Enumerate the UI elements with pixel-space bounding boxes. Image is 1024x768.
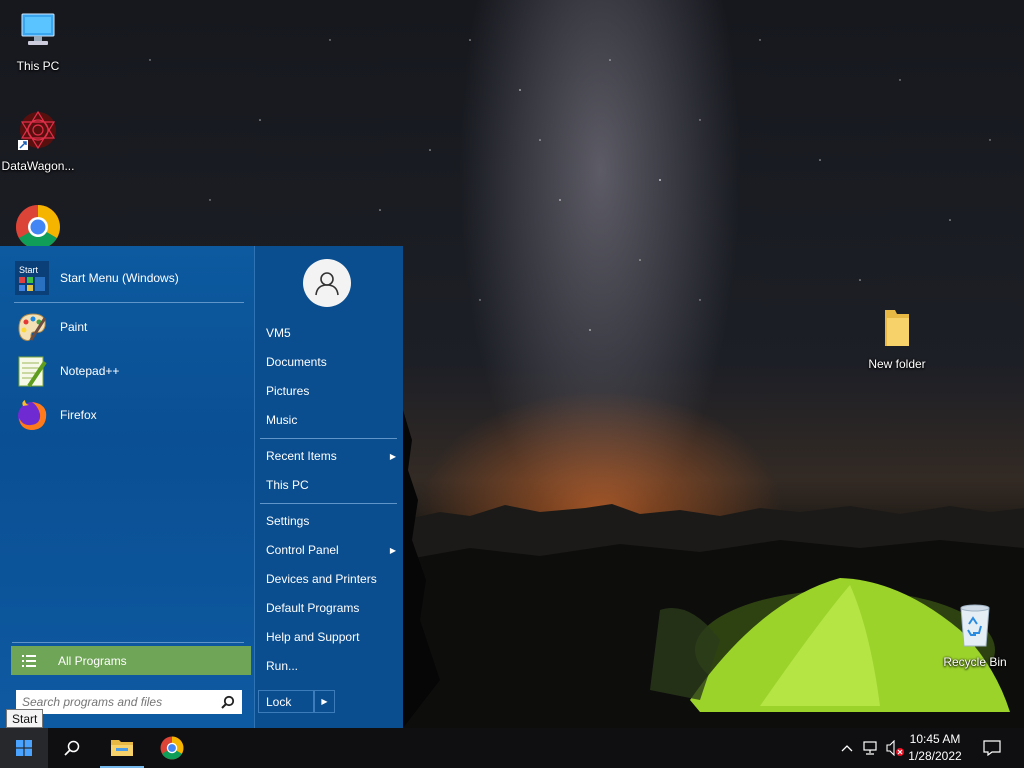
menu-item-run[interactable]: Run... [266, 655, 396, 677]
clock-date: 1/28/2022 [908, 749, 962, 763]
menu-item-label: Recent Items [266, 449, 337, 463]
notepad-plus-plus-icon [14, 353, 50, 389]
pinned-item-start-menu-windows[interactable]: Start Start Menu (Windows) [14, 258, 244, 298]
network-tray-button[interactable] [860, 728, 882, 768]
volume-muted-icon [886, 740, 904, 756]
lock-button[interactable]: Lock [258, 690, 314, 713]
start-tooltip: Start [6, 709, 44, 728]
menu-item-label: VM5 [266, 326, 291, 340]
menu-item-pictures[interactable]: Pictures [266, 380, 396, 402]
program-item-label: Notepad++ [60, 364, 120, 378]
taskbar-file-explorer[interactable] [98, 728, 146, 768]
folder-icon [885, 310, 909, 346]
menu-item-devices-and-printers[interactable]: Devices and Printers [266, 568, 396, 590]
taskbar-search-button[interactable] [48, 728, 96, 768]
menu-item-this-pc[interactable]: This PC [266, 474, 396, 496]
search-box[interactable] [16, 690, 242, 714]
all-programs-label: All Programs [58, 653, 127, 668]
search-icon[interactable] [221, 695, 235, 709]
svg-text:Start: Start [19, 265, 39, 275]
firefox-icon [14, 397, 50, 433]
pinned-item-label: Start Menu (Windows) [60, 271, 179, 285]
this-pc-icon [21, 13, 55, 45]
paint-icon [14, 309, 50, 345]
menu-item-label: Documents [266, 355, 327, 369]
shutdown-options-button[interactable]: ▶ [314, 690, 335, 713]
menu-item-label: Help and Support [266, 630, 360, 644]
system-clock[interactable]: 10:45 AM 1/28/2022 [904, 731, 966, 765]
taskbar-chrome[interactable] [148, 728, 196, 768]
menu-item-recent-items[interactable]: Recent Items ▶ [266, 445, 396, 467]
datawagon-icon [18, 110, 56, 150]
divider [260, 438, 397, 439]
desktop-icon-datawagon[interactable]: DataWagon... [0, 108, 76, 173]
recycle-bin-icon [960, 604, 990, 647]
program-item-firefox[interactable]: Firefox [14, 395, 244, 435]
user-avatar[interactable] [303, 259, 351, 307]
menu-item-help-and-support[interactable]: Help and Support [266, 626, 396, 648]
divider [12, 642, 244, 643]
divider [260, 503, 397, 504]
program-item-label: Paint [60, 320, 88, 334]
notification-icon [983, 740, 1001, 756]
lock-label: Lock [266, 694, 292, 709]
menu-item-label: Devices and Printers [266, 572, 377, 586]
submenu-arrow-icon: ▶ [389, 545, 396, 555]
start-menu-right-pane: VM5 Documents Pictures Music Recent Item… [255, 246, 403, 728]
file-explorer-icon [111, 740, 133, 756]
desktop-icon-new-folder[interactable]: New folder [859, 306, 935, 371]
start-menu-left-pane: Start Start Menu (Windows) Paint Notepad… [0, 246, 254, 728]
menu-item-default-programs[interactable]: Default Programs [266, 597, 396, 619]
menu-item-label: Control Panel [266, 543, 339, 557]
desktop-icon-label: This PC [16, 59, 60, 73]
desktop-icon-label: New folder [868, 357, 926, 371]
all-programs-button[interactable]: All Programs [11, 646, 251, 675]
show-hidden-icons-button[interactable] [838, 728, 856, 768]
program-item-paint[interactable]: Paint [14, 307, 244, 347]
desktop-icon-recycle-bin[interactable]: Recycle Bin [937, 602, 1013, 669]
menu-item-label: Run... [266, 659, 299, 673]
desktop-icon-this-pc[interactable]: This PC [0, 8, 76, 73]
divider [14, 302, 244, 303]
menu-item-label: Music [266, 413, 298, 427]
program-item-label: Firefox [60, 408, 97, 422]
chrome-icon [16, 205, 60, 249]
clock-time: 10:45 AM [909, 732, 961, 746]
menu-item-label: Settings [266, 514, 310, 528]
menu-item-label: This PC [266, 478, 309, 492]
start-menu: Start Start Menu (Windows) Paint Notepad… [0, 246, 403, 728]
start-button[interactable] [0, 728, 48, 768]
menu-item-vm5[interactable]: VM5 [266, 322, 396, 344]
action-center-button[interactable] [972, 728, 1012, 768]
menu-item-settings[interactable]: Settings [266, 510, 396, 532]
start-menu-app-icon: Start [14, 260, 50, 296]
search-icon [64, 740, 80, 756]
chrome-icon [160, 736, 184, 760]
desktop-icon-label: Recycle Bin [943, 655, 1007, 669]
network-icon [863, 741, 877, 755]
taskbar: 10:45 AM 1/28/2022 [0, 728, 1024, 768]
search-input[interactable] [16, 694, 221, 710]
volume-tray-button[interactable] [884, 728, 906, 768]
desktop-icon-label: DataWagon... [1, 159, 75, 173]
program-item-notepad-plus-plus[interactable]: Notepad++ [14, 351, 244, 391]
menu-item-label: Default Programs [266, 601, 360, 615]
menu-item-music[interactable]: Music [266, 409, 396, 431]
windows-start-icon [16, 740, 32, 756]
chevron-up-icon [841, 745, 853, 752]
user-icon [315, 272, 339, 296]
chevron-right-icon: ▶ [321, 697, 328, 706]
menu-item-control-panel[interactable]: Control Panel ▶ [266, 539, 396, 561]
submenu-arrow-icon: ▶ [389, 451, 396, 461]
menu-item-label: Pictures [266, 384, 310, 398]
menu-item-documents[interactable]: Documents [266, 351, 396, 373]
list-icon [22, 654, 36, 667]
